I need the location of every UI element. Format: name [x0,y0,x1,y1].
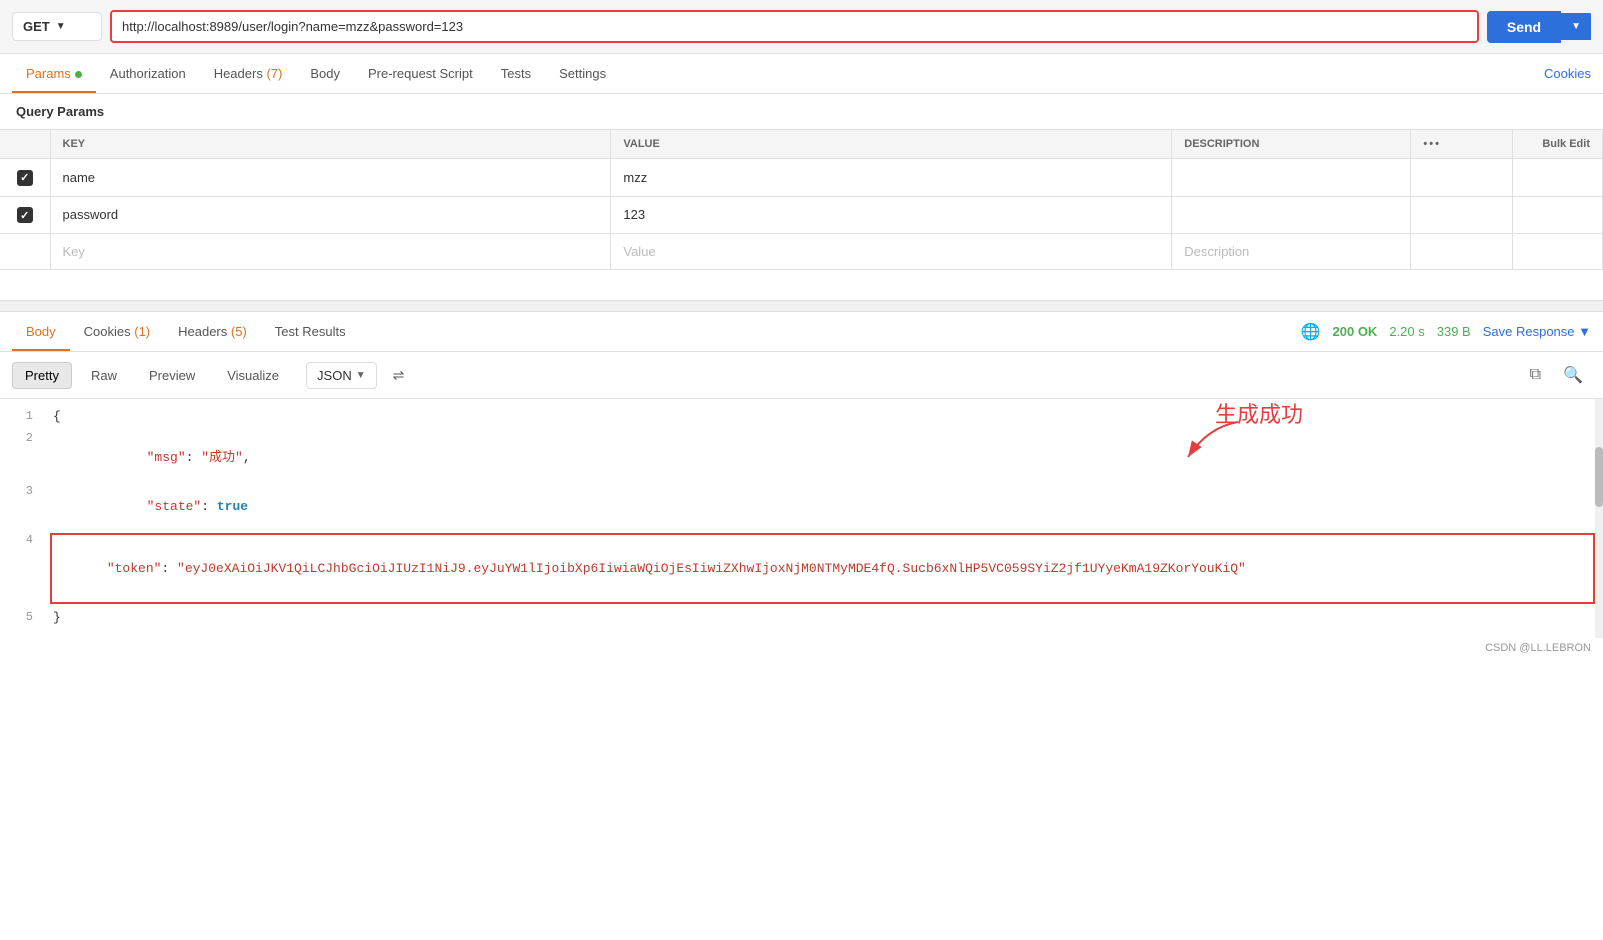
search-icon[interactable]: 🔍 [1555,360,1591,390]
json-value-msg: "成功" [201,450,243,465]
token-highlight-box: "token": "eyJ0eXAiOiJKV1QiLCJhbGciOiJIUz… [50,533,1595,604]
tab-params[interactable]: Params [12,54,96,93]
json-key-state: "state" [147,499,202,514]
json-key-msg: "msg" [147,450,186,465]
row1-bulk [1513,159,1603,197]
response-meta: 🌐 200 OK 2.20 s 339 B Save Response ▼ [1301,322,1591,342]
col-bulk-edit-header[interactable]: Bulk Edit [1513,130,1603,159]
col-key-header: KEY [50,130,611,159]
params-active-dot [75,71,82,78]
col-description-header: DESCRIPTION [1172,130,1411,159]
json-line-2: 2 "msg": "成功", [0,429,1603,482]
response-tab-headers[interactable]: Headers (5) [164,312,261,351]
tab-cookies-link[interactable]: Cookies [1544,66,1591,81]
send-button-group: Send ▼ [1487,11,1591,43]
table-row: password 123 [0,196,1603,234]
visualize-button[interactable]: Visualize [214,362,292,389]
section-spacer [0,270,1603,300]
row2-checkbox[interactable] [0,196,50,234]
response-tab-test-results[interactable]: Test Results [261,312,360,351]
json-line-3: 3 "state": true [0,482,1603,531]
params-table: KEY VALUE DESCRIPTION ••• Bulk Edit name… [0,129,1603,270]
row2-value-cell: 123 [611,196,1172,234]
row1-value-cell: mzz [611,159,1172,197]
table-row: name mzz [0,159,1603,197]
table-row-empty: Key Value Description [0,234,1603,270]
json-chevron-icon: ▼ [356,370,366,381]
scrollbar-track[interactable] [1595,399,1603,638]
checkbox-password[interactable] [17,207,33,223]
tab-body[interactable]: Body [296,54,354,93]
query-params-title: Query Params [0,94,1603,129]
status-badge: 200 OK [1333,324,1378,339]
method-label: GET [23,19,50,34]
format-json-selector[interactable]: JSON ▼ [306,362,377,389]
send-dropdown-button[interactable]: ▼ [1561,13,1591,40]
json-line-1: 1 { [0,407,1603,429]
send-main-button[interactable]: Send [1487,11,1561,43]
method-chevron-icon: ▼ [56,21,66,32]
row2-bulk [1513,196,1603,234]
response-tab-cookies[interactable]: Cookies (1) [70,312,164,351]
tab-tests[interactable]: Tests [487,54,545,93]
raw-button[interactable]: Raw [78,362,130,389]
json-brace-close: } [53,610,61,625]
json-scroll-area: 生成成功 1 { 2 "msg": "成功", 3 [0,399,1603,638]
annotation-arrow-icon [1158,417,1258,467]
format-toolbar: Pretty Raw Preview Visualize JSON ▼ ⇌ ⧉ … [0,352,1603,399]
row1-dots [1411,159,1513,197]
json-brace-open: { [53,409,61,424]
tab-authorization[interactable]: Authorization [96,54,200,93]
save-response-button[interactable]: Save Response ▼ [1483,324,1591,339]
section-divider [0,300,1603,312]
method-selector[interactable]: GET ▼ [12,12,102,41]
json-viewer: 生成成功 1 { 2 "msg": "成功", 3 [0,399,1603,638]
copy-icon[interactable]: ⧉ [1522,361,1549,389]
wrap-icon[interactable]: ⇌ [383,362,415,389]
response-time: 2.20 s [1389,324,1424,339]
response-size: 339 B [1437,324,1471,339]
url-bar: GET ▼ Send ▼ [0,0,1603,54]
row1-key-cell: name [50,159,611,197]
col-value-header: VALUE [611,130,1172,159]
tab-pre-request[interactable]: Pre-request Script [354,54,487,93]
globe-icon: 🌐 [1301,322,1321,342]
tab-settings[interactable]: Settings [545,54,620,93]
response-tab-body[interactable]: Body [12,312,70,351]
row1-desc-cell [1172,159,1411,197]
scrollbar-thumb[interactable] [1595,447,1603,507]
col-dots-header: ••• [1411,130,1513,159]
json-value-state: true [217,499,248,514]
row2-desc-cell [1172,196,1411,234]
row2-dots [1411,196,1513,234]
token-value: "eyJ0eXAiOiJKV1QiLCJhbGciOiJIUzI1NiJ9.ey… [177,561,1246,576]
row2-key-cell: password [50,196,611,234]
url-input-wrapper [110,10,1479,43]
tab-headers[interactable]: Headers (7) [200,54,297,93]
json-line-5: 5 } [0,608,1603,630]
row1-checkbox[interactable] [0,159,50,197]
checkbox-name[interactable] [17,170,33,186]
col-check-header [0,130,50,159]
url-input[interactable] [112,12,1477,41]
preview-button[interactable]: Preview [136,362,208,389]
response-tabs: Body Cookies (1) Headers (5) Test Result… [0,312,1603,352]
pretty-button[interactable]: Pretty [12,362,72,389]
request-tabs: Params Authorization Headers (7) Body Pr… [0,54,1603,94]
watermark: CSDN @LL.LEBRON [0,638,1603,658]
